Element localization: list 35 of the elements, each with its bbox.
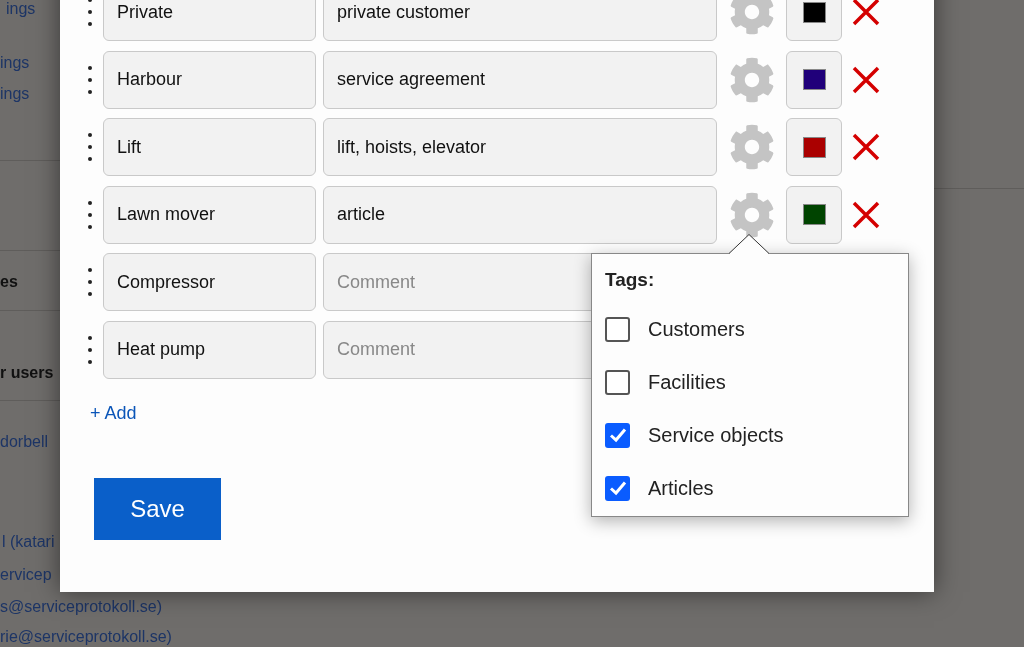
name-field[interactable]: Private xyxy=(103,0,316,41)
drag-handle-icon[interactable] xyxy=(88,133,92,161)
comment-field[interactable]: service agreement xyxy=(323,50,717,109)
delete-icon[interactable] xyxy=(852,133,880,161)
delete-icon[interactable] xyxy=(852,200,880,229)
name-field[interactable]: Harbour xyxy=(103,50,316,109)
drag-handle-icon[interactable] xyxy=(88,65,92,94)
color-button[interactable] xyxy=(786,50,842,109)
delete-icon[interactable] xyxy=(852,0,880,26)
drag-handle-icon[interactable] xyxy=(88,200,92,229)
drag-handle-icon[interactable] xyxy=(88,268,92,296)
comment-field[interactable]: private customer xyxy=(323,0,717,41)
color-button[interactable] xyxy=(786,0,842,41)
comment-field[interactable]: article xyxy=(323,185,717,244)
checkbox[interactable] xyxy=(605,316,630,342)
name-field[interactable]: Heat pump xyxy=(103,320,316,379)
section-heading: es xyxy=(0,273,18,291)
checkbox-label[interactable]: Service objects xyxy=(648,420,784,450)
checkbox-label[interactable]: Articles xyxy=(648,473,714,503)
name-field[interactable]: Compressor xyxy=(103,253,316,311)
color-button[interactable] xyxy=(786,118,842,176)
popover-title: Tags: xyxy=(605,268,656,292)
delete-icon[interactable] xyxy=(852,65,880,94)
drag-handle-icon[interactable] xyxy=(88,335,92,364)
checkbox[interactable] xyxy=(605,475,630,501)
name-field[interactable]: Lawn mover xyxy=(103,185,316,244)
color-button[interactable] xyxy=(786,185,842,244)
checkbox[interactable] xyxy=(605,422,630,448)
drag-handle-icon[interactable] xyxy=(88,0,92,26)
checkbox[interactable] xyxy=(605,369,630,395)
save-button[interactable]: Save xyxy=(94,477,221,540)
section-heading: r users xyxy=(0,364,54,382)
comment-field[interactable]: lift, hoists, elevator xyxy=(323,118,717,176)
name-field[interactable]: Lift xyxy=(103,118,316,176)
add-link[interactable]: + Add xyxy=(90,399,137,427)
